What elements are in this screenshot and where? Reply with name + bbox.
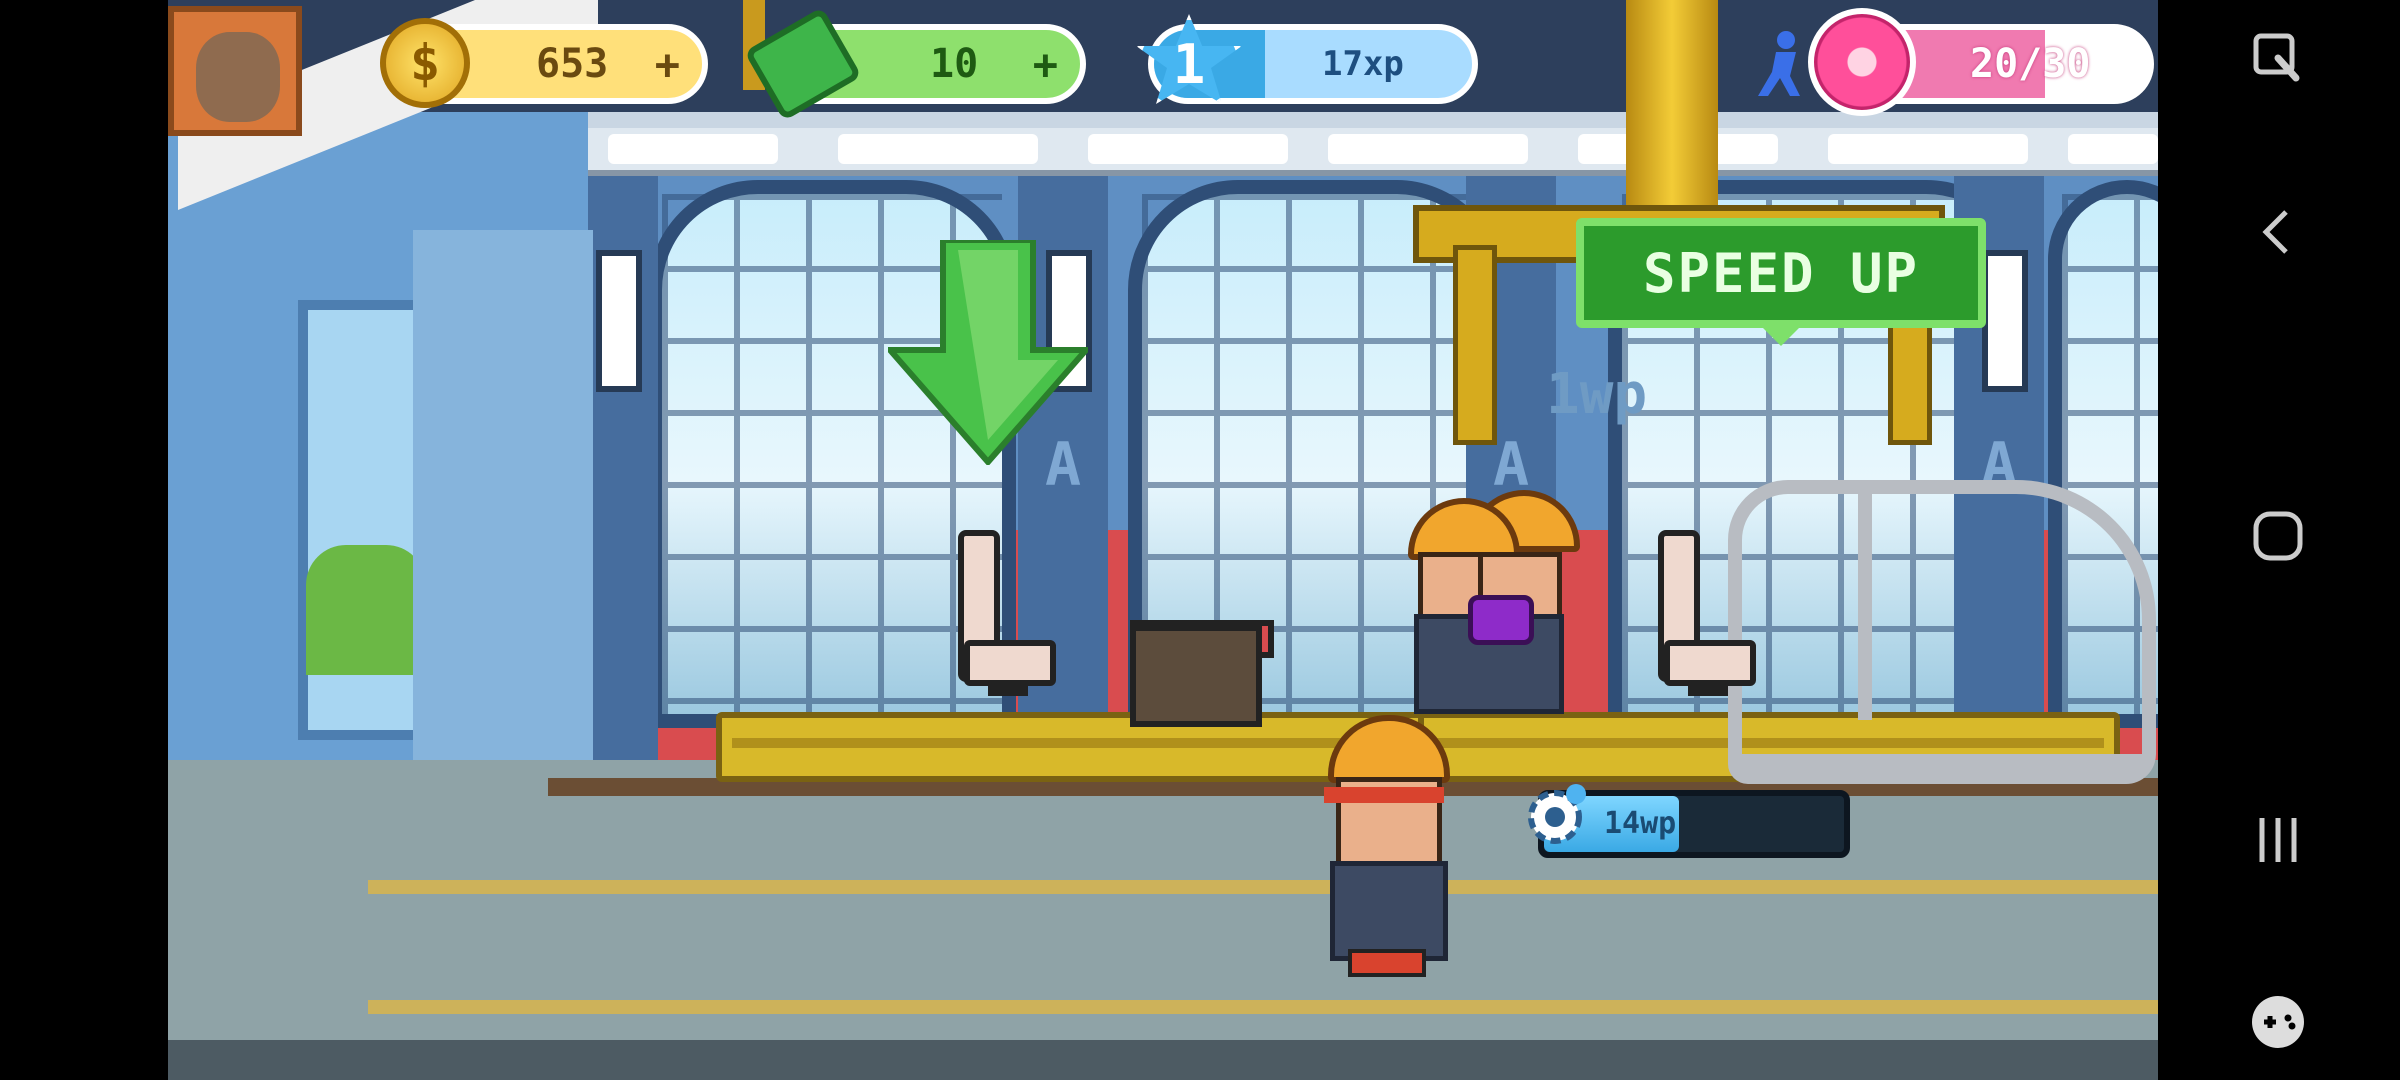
car-seat [1658, 530, 1756, 700]
work-progress-label: 14wp [1604, 806, 1677, 841]
home-icon[interactable] [2238, 496, 2318, 576]
game-tools-icon[interactable] [2238, 982, 2318, 1062]
add-cash-button[interactable]: + [1033, 40, 1058, 89]
down-arrow-icon[interactable] [888, 240, 1088, 465]
left-wall-doorway [413, 230, 593, 790]
floor-edge [168, 1040, 2158, 1080]
ceiling-light-bar [588, 128, 2158, 176]
speed-up-button[interactable]: SPEED UP [1576, 218, 1986, 346]
recents-icon[interactable] [2238, 800, 2318, 880]
gear-icon [1528, 784, 1586, 844]
crane-pipe [1626, 0, 1718, 210]
wall-light [596, 250, 642, 392]
factory-floor [168, 760, 2158, 1080]
hard-hat [1328, 715, 1450, 783]
worker-count-icon [1758, 31, 1800, 96]
drill-tool-icon [1468, 595, 1534, 645]
worker-body [1330, 861, 1448, 961]
back-icon[interactable] [2238, 192, 2318, 272]
android-nav-bar [2158, 0, 2400, 1080]
car-seat [958, 530, 1056, 700]
player-worker[interactable] [1318, 715, 1458, 977]
work-points-popup: 1wp [1546, 362, 1648, 427]
game-viewport[interactable]: A A A SPEED UP 1wp 14wp 653 + $ 10 + 17x… [168, 0, 2158, 1080]
car-frame-pillar [1858, 490, 1872, 720]
wall-light [1982, 250, 2028, 392]
crane-arm [1453, 245, 1497, 445]
worker-shoes [1348, 949, 1426, 977]
floor-marking [368, 1000, 2158, 1014]
xp-value: 17xp [1322, 44, 1404, 84]
outside-bush [306, 545, 426, 675]
engine-part [1130, 625, 1262, 727]
player-avatar[interactable] [168, 6, 302, 136]
donut-icon [1808, 8, 1916, 116]
coin-icon: $ [380, 18, 470, 108]
floor-marking [368, 880, 2158, 894]
cash-value: 10 [930, 41, 979, 87]
car-frame[interactable] [1728, 480, 2156, 784]
eye-patch-bandana [1324, 787, 1444, 803]
coins-value: 653 [536, 41, 609, 87]
screen-record-icon[interactable] [2238, 18, 2318, 98]
donut-value: 20/30 [1970, 41, 2091, 87]
add-coins-button[interactable]: + [655, 40, 680, 89]
avatar-image [196, 32, 280, 122]
